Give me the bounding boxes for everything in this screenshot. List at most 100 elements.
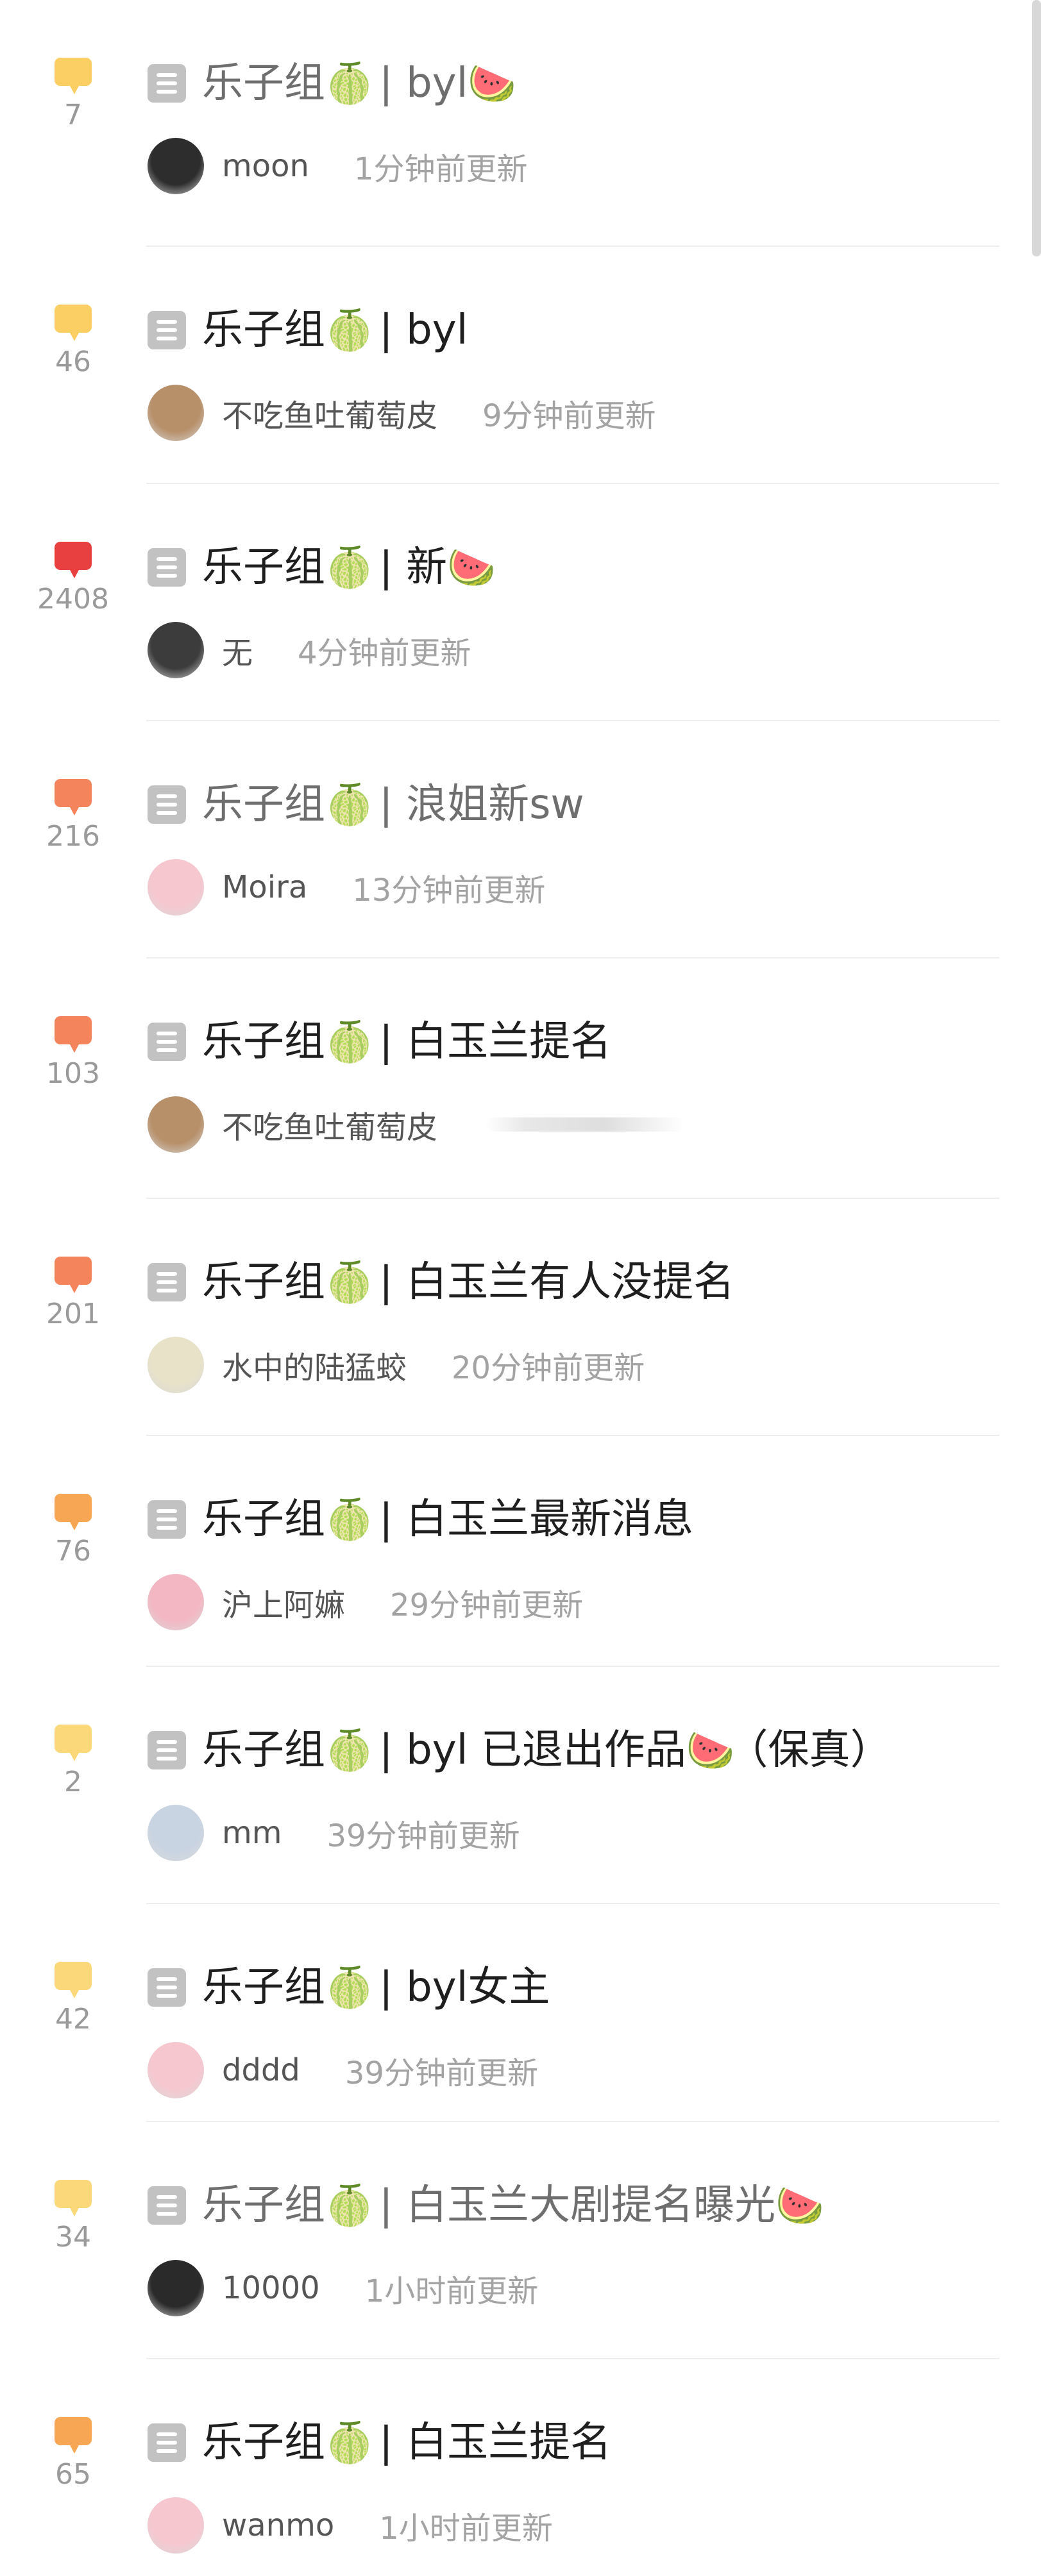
reply-count-value: 201	[46, 1298, 100, 1330]
avatar[interactable]	[148, 1805, 204, 1861]
watermelon-icon: 🍉	[686, 1728, 735, 1773]
avatar[interactable]	[148, 2497, 204, 2554]
author-name[interactable]: 10000	[222, 2270, 320, 2306]
topic-suffix: （保真）	[727, 1727, 892, 1774]
document-icon	[148, 1263, 186, 1301]
update-time: 13分钟前更新	[352, 873, 546, 908]
update-time: 1分钟前更新	[353, 151, 528, 187]
author-name[interactable]: 不吃鱼吐葡萄皮	[222, 1102, 437, 1147]
group-name: 乐子组	[202, 1964, 325, 2011]
avatar[interactable]	[148, 2260, 204, 2316]
post-meta: 不吃鱼吐葡萄皮 9分钟前更新	[148, 385, 656, 444]
reply-count-value: 42	[55, 2003, 91, 2036]
author-name[interactable]: dddd	[222, 2052, 300, 2088]
title-separator: |	[379, 1496, 393, 1543]
title-separator: |	[379, 2419, 393, 2466]
avatar[interactable]	[148, 1337, 204, 1393]
blurred-time	[486, 1117, 685, 1132]
topic-text: 白玉兰提名	[406, 2419, 612, 2466]
melon-icon: 🍈	[325, 1498, 374, 1543]
reply-count: 65	[26, 2417, 121, 2491]
melon-icon: 🍈	[325, 783, 374, 828]
author-name[interactable]: mm	[222, 1815, 282, 1851]
author-name[interactable]: 沪上阿嫲	[222, 1580, 345, 1625]
list-item[interactable]: 7 乐子组🍈 | byl🍉 moon 1分钟前更新	[0, 0, 1041, 247]
topic-text: byl	[406, 306, 468, 354]
post-title[interactable]: 乐子组🍈 | 白玉兰最新消息	[202, 1491, 1004, 1549]
author-name[interactable]: 水中的陆猛蛟	[222, 1342, 407, 1387]
avatar[interactable]	[148, 622, 204, 678]
avatar[interactable]	[148, 1096, 204, 1153]
post-meta: 10000 1小时前更新	[148, 2260, 538, 2319]
comment-bubble-icon	[55, 2180, 92, 2216]
list-item[interactable]: 42 乐子组🍈 | byl女主 dddd 39分钟前更新	[0, 1904, 1041, 2122]
document-icon	[148, 2423, 186, 2462]
author-name[interactable]: 无	[222, 628, 253, 673]
document-icon	[148, 1731, 186, 1769]
list-item[interactable]: 46 乐子组🍈 | byl 不吃鱼吐葡萄皮 9分钟前更新	[0, 247, 1041, 484]
topic-text: 白玉兰大剧提名曝光	[406, 2182, 776, 2229]
avatar[interactable]	[148, 1574, 204, 1630]
list-item[interactable]: 65 乐子组🍈 | 白玉兰提名 wanmo 1小时前更新	[0, 2359, 1041, 2576]
post-title[interactable]: 乐子组🍈 | 白玉兰有人没提名	[202, 1253, 1004, 1312]
post-title[interactable]: 乐子组🍈 | 白玉兰提名	[202, 2414, 1004, 2472]
post-title[interactable]: 乐子组🍈 | 白玉兰提名	[202, 1013, 1004, 1071]
list-item[interactable]: 201 乐子组🍈 | 白玉兰有人没提名 水中的陆猛蛟 20分钟前更新	[0, 1199, 1041, 1436]
reply-count-value: 2408	[37, 583, 109, 615]
reply-count: 7	[26, 58, 121, 131]
reply-count: 46	[26, 305, 121, 378]
title-separator: |	[379, 2182, 393, 2229]
group-name: 乐子组	[202, 2419, 325, 2466]
list-item[interactable]: 2408 乐子组🍈 | 新🍉 无 4分钟前更新	[0, 484, 1041, 721]
post-title[interactable]: 乐子组🍈 | byl	[202, 301, 1004, 360]
melon-icon: 🍈	[325, 62, 374, 106]
avatar[interactable]	[148, 385, 204, 441]
post-title[interactable]: 乐子组🍈 | 白玉兰大剧提名曝光🍉	[202, 2177, 1004, 2235]
list-item[interactable]: 34 乐子组🍈 | 白玉兰大剧提名曝光🍉 10000 1小时前更新	[0, 2122, 1041, 2359]
group-name: 乐子组	[202, 1259, 325, 1306]
reply-count-value: 34	[55, 2221, 91, 2254]
list-item[interactable]: 216 乐子组🍈 | 浪姐新sw Moira 13分钟前更新	[0, 721, 1041, 958]
group-name: 乐子组	[202, 1018, 325, 1066]
author-name[interactable]: Moira	[222, 869, 307, 905]
update-time: 39分钟前更新	[326, 1818, 520, 1854]
group-name: 乐子组	[202, 1496, 325, 1543]
reply-count: 34	[26, 2180, 121, 2254]
author-name[interactable]: wanmo	[222, 2507, 334, 2543]
comment-bubble-icon	[55, 779, 92, 815]
topic-text: 白玉兰有人没提名	[406, 1259, 735, 1306]
avatar[interactable]	[148, 859, 204, 916]
document-icon	[148, 1023, 186, 1061]
document-icon	[148, 64, 186, 103]
comment-bubble-icon	[55, 2417, 92, 2454]
title-separator: |	[379, 544, 393, 591]
group-name: 乐子组	[202, 544, 325, 591]
document-icon	[148, 311, 186, 349]
title-separator: |	[379, 1964, 393, 2011]
post-meta: Moira 13分钟前更新	[148, 859, 545, 918]
melon-icon: 🍈	[325, 308, 374, 353]
post-meta: moon 1分钟前更新	[148, 138, 527, 197]
watermelon-icon: 🍉	[468, 62, 517, 106]
list-item[interactable]: 103 乐子组🍈 | 白玉兰提名 不吃鱼吐葡萄皮	[0, 958, 1041, 1199]
post-title[interactable]: 乐子组🍈 | 新🍉	[202, 539, 1004, 597]
post-title[interactable]: 乐子组🍈 | 浪姐新sw	[202, 776, 1004, 834]
comment-bubble-icon	[55, 1962, 92, 1998]
author-name[interactable]: 不吃鱼吐葡萄皮	[222, 390, 437, 435]
post-title[interactable]: 乐子组🍈 | byl 已退出作品🍉（保真）	[202, 1721, 1004, 1780]
post-title[interactable]: 乐子组🍈 | byl女主	[202, 1959, 1004, 2017]
reply-count: 103	[26, 1016, 121, 1090]
avatar[interactable]	[148, 138, 204, 194]
group-name: 乐子组	[202, 781, 325, 828]
post-title[interactable]: 乐子组🍈 | byl🍉	[202, 54, 1004, 113]
list-item[interactable]: 2 乐子组🍈 | byl 已退出作品🍉（保真） mm 39分钟前更新	[0, 1667, 1041, 1904]
document-icon	[148, 785, 186, 824]
comment-bubble-icon	[55, 542, 92, 578]
post-meta: 沪上阿嫲 29分钟前更新	[148, 1574, 583, 1633]
group-name: 乐子组	[202, 2182, 325, 2229]
avatar[interactable]	[148, 2042, 204, 2098]
author-name[interactable]: moon	[222, 148, 309, 184]
update-time: 20分钟前更新	[452, 1350, 645, 1386]
list-item[interactable]: 76 乐子组🍈 | 白玉兰最新消息 沪上阿嫲 29分钟前更新	[0, 1436, 1041, 1667]
document-icon	[148, 1500, 186, 1539]
